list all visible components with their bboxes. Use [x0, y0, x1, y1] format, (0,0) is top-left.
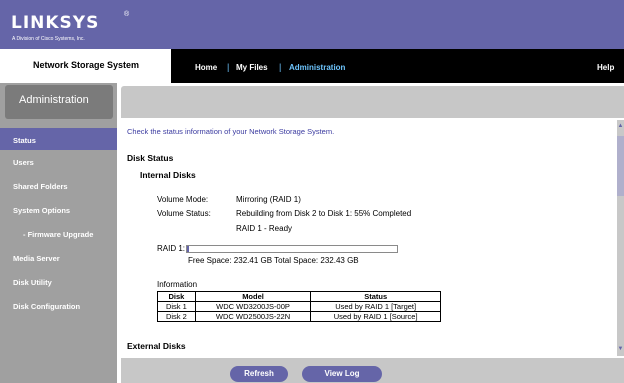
sidebar-title: Administration: [19, 94, 89, 106]
cell-disk: Disk 2: [157, 311, 196, 322]
cell-disk: Disk 1: [157, 301, 196, 312]
sidebar-item-system-options[interactable]: System Options: [13, 206, 70, 215]
sidebar-item-disk-configuration[interactable]: Disk Configuration: [13, 302, 80, 311]
nav-separator: |: [227, 62, 230, 72]
cell-model: WDC WD3200JS-00P: [194, 301, 312, 312]
nav-separator: |: [279, 62, 282, 72]
cell-status: Used by RAID 1 [Source]: [310, 311, 441, 322]
sidebar-item-firmware-upgrade[interactable]: - Firmware Upgrade: [23, 230, 93, 239]
sidebar-title-box: Administration: [5, 85, 113, 119]
table-header-row: Disk Model Status: [157, 291, 441, 302]
raid-label: RAID 1:: [157, 244, 186, 253]
space-info: Free Space: 232.41 GB Total Space: 232.4…: [188, 256, 359, 265]
sidebar-item-disk-utility[interactable]: Disk Utility: [13, 278, 52, 287]
scroll-up-arrow-icon[interactable]: ▲: [617, 122, 624, 130]
volume-status-line1: Rebuilding from Disk 2 to Disk 1: 55% Co…: [236, 209, 412, 218]
disk-table: Disk Model Status Disk 1 WDC WD3200JS-00…: [157, 291, 441, 322]
nav-administration-link[interactable]: Administration: [289, 63, 345, 72]
nav-my-files-link[interactable]: My Files: [236, 63, 268, 72]
information-label: Information: [157, 280, 198, 289]
volume-status-line2: RAID 1 - Ready: [236, 224, 293, 233]
linksys-logo: LINKSYS: [11, 13, 100, 33]
raid-progress-fill: [187, 246, 190, 252]
view-log-button[interactable]: View Log: [302, 366, 382, 382]
table-row: Disk 2 WDC WD2500JS-22N Used by RAID 1 […: [157, 311, 441, 322]
table-row: Disk 1 WDC WD3200JS-00P Used by RAID 1 […: [157, 301, 441, 312]
sidebar-item-media-server[interactable]: Media Server: [13, 254, 60, 263]
system-name-box: Network Storage System: [0, 49, 171, 83]
trademark-mark: ®: [124, 11, 130, 18]
volume-status-label: Volume Status:: [157, 209, 211, 218]
scroll-down-arrow-icon[interactable]: ▼: [617, 345, 624, 353]
volume-mode-value: Mirroring (RAID 1): [236, 195, 301, 204]
cell-model: WDC WD2500JS-22N: [194, 311, 312, 322]
external-disks-title: External Disks: [127, 341, 186, 351]
intro-text: Check the status information of your Net…: [127, 127, 335, 136]
internal-disks-title: Internal Disks: [140, 170, 196, 180]
raid-progress-bar: [186, 245, 398, 253]
refresh-button[interactable]: Refresh: [230, 366, 288, 382]
system-name: Network Storage System: [33, 60, 140, 70]
header-disk: Disk: [157, 291, 196, 302]
scrollbar-thumb[interactable]: [617, 136, 624, 196]
help-link[interactable]: Help: [597, 63, 614, 72]
sidebar-item-shared-folders[interactable]: Shared Folders: [13, 182, 68, 191]
header-status: Status: [310, 291, 441, 302]
brand-tagline: A Division of Cisco Systems, Inc.: [12, 36, 85, 42]
cell-status: Used by RAID 1 [Target]: [310, 301, 441, 312]
sidebar-item-status[interactable]: Status: [13, 136, 36, 145]
content-header-band: [121, 86, 624, 118]
header-model: Model: [194, 291, 312, 302]
disk-status-title: Disk Status: [127, 153, 174, 163]
volume-mode-label: Volume Mode:: [157, 195, 209, 204]
nav-home-link[interactable]: Home: [195, 63, 217, 72]
sidebar-item-users[interactable]: Users: [13, 158, 34, 167]
